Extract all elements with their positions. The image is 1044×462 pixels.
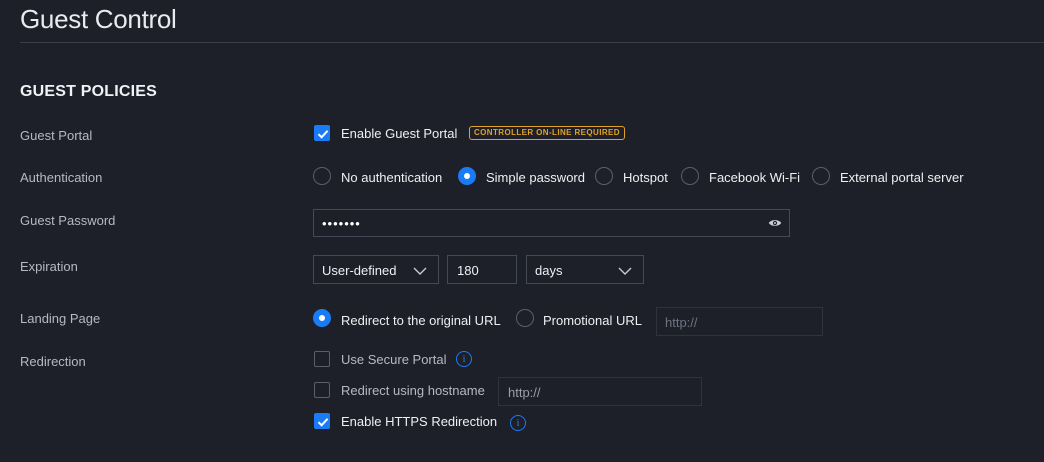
controller-required-badge: CONTROLLER ON-LINE REQUIRED — [469, 126, 625, 140]
expiration-label: Expiration — [20, 259, 78, 274]
guest-password-label: Guest Password — [20, 213, 116, 228]
title-divider — [20, 42, 1044, 43]
expiration-mode-select[interactable]: User-defined — [313, 255, 439, 284]
landing-radio-original-url[interactable] — [313, 309, 331, 327]
auth-option-label[interactable]: External portal server — [840, 170, 964, 185]
info-icon[interactable]: i — [456, 351, 472, 367]
expiration-amount-input[interactable]: 180 — [447, 255, 517, 284]
guest-password-input[interactable]: ••••••• — [313, 209, 790, 237]
guest-portal-label: Guest Portal — [20, 128, 93, 143]
chevron-down-icon — [618, 267, 632, 275]
landing-option-label[interactable]: Redirect to the original URL — [341, 313, 501, 328]
auth-radio-simple-password[interactable] — [458, 167, 476, 185]
landing-radio-promotional-url[interactable] — [516, 309, 534, 327]
auth-option-label[interactable]: Facebook Wi-Fi — [709, 170, 800, 185]
checkmark-icon — [317, 418, 329, 427]
info-icon[interactable]: i — [510, 415, 526, 431]
password-masked-value: ••••••• — [322, 216, 361, 231]
eye-icon[interactable] — [768, 218, 782, 228]
enable-guest-portal-label[interactable]: Enable Guest Portal — [341, 126, 457, 141]
auth-radio-hotspot[interactable] — [595, 167, 613, 185]
landing-option-label[interactable]: Promotional URL — [543, 313, 642, 328]
auth-radio-facebook-wifi[interactable] — [681, 167, 699, 185]
checkmark-icon — [317, 130, 329, 139]
expiration-unit-select[interactable]: days — [526, 255, 644, 284]
auth-option-label[interactable]: Simple password — [486, 170, 585, 185]
redirect-hostname-placeholder: http:// — [508, 385, 541, 400]
enable-guest-portal-checkbox[interactable] — [314, 125, 330, 141]
expiration-amount-value: 180 — [457, 263, 479, 278]
page-title: Guest Control — [20, 4, 177, 34]
redirection-label: Redirection — [20, 354, 86, 369]
auth-radio-no-authentication[interactable] — [313, 167, 331, 185]
use-secure-portal-checkbox[interactable] — [314, 351, 330, 367]
authentication-label: Authentication — [20, 170, 103, 185]
chevron-down-icon — [413, 267, 427, 275]
use-secure-portal-label[interactable]: Use Secure Portal — [341, 352, 447, 367]
expiration-mode-value: User-defined — [322, 263, 397, 278]
promotional-url-input[interactable]: http:// — [656, 307, 823, 336]
landing-page-label: Landing Page — [20, 311, 101, 326]
enable-https-redirection-label[interactable]: Enable HTTPS Redirection — [341, 414, 497, 429]
auth-option-label[interactable]: No authentication — [341, 170, 442, 185]
expiration-unit-value: days — [535, 263, 563, 278]
auth-option-label[interactable]: Hotspot — [623, 170, 668, 185]
redirect-hostname-input[interactable]: http:// — [498, 377, 702, 406]
promotional-url-placeholder: http:// — [665, 315, 698, 330]
section-title: GUEST POLICIES — [20, 83, 158, 100]
auth-radio-external-portal[interactable] — [812, 167, 830, 185]
redirect-hostname-label[interactable]: Redirect using hostname — [341, 383, 485, 398]
redirect-hostname-checkbox[interactable] — [314, 382, 330, 398]
enable-https-redirection-checkbox[interactable] — [314, 413, 330, 429]
